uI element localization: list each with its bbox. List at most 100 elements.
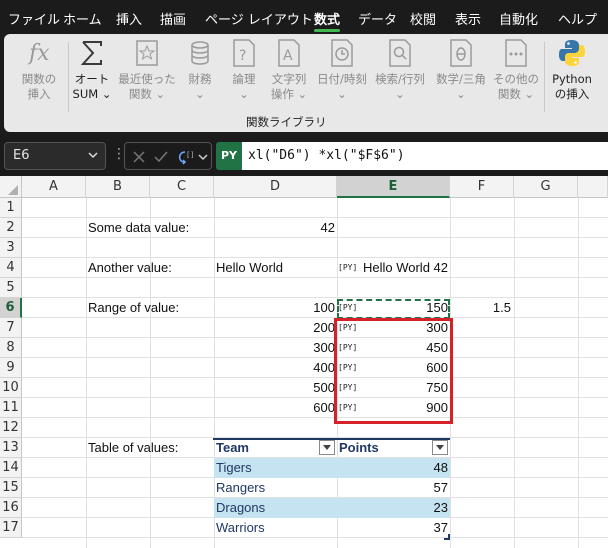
- formula-buttons: []: [124, 142, 212, 170]
- sigma-icon: [80, 41, 102, 65]
- confirm-icon[interactable]: [153, 149, 169, 165]
- column-header-g[interactable]: G: [514, 176, 578, 198]
- date-time-button[interactable]: 日付/時刻 ⌄: [314, 38, 370, 102]
- table-cell-team[interactable]: Tigers: [216, 458, 252, 478]
- cell-e4[interactable]: Hello World 42: [354, 258, 448, 278]
- table-header-points[interactable]: Points: [339, 438, 379, 458]
- spreadsheet-grid[interactable]: A B C D E F G 1 2 3 4 5 6 7 8 9 10 11 12…: [0, 176, 608, 548]
- autosum-label1: オート: [74, 72, 110, 86]
- menu-help[interactable]: ヘルプ: [558, 9, 597, 28]
- copy-marquee: [337, 299, 450, 319]
- row-header-12[interactable]: 12: [0, 418, 22, 438]
- more-functions-label2: 関数: [497, 87, 521, 101]
- recent-functions-button[interactable]: 最近使った 関数 ⌄: [116, 38, 178, 102]
- row-header-6[interactable]: 6: [0, 298, 22, 318]
- table-resize-handle[interactable]: [444, 534, 450, 540]
- cell-b4[interactable]: Another value:: [88, 258, 172, 278]
- column-header-e[interactable]: E: [337, 176, 450, 198]
- ribbon-panel: fx 関数の 挿入 オート SUM ⌄ 最近使った 関数 ⌄ 財務 ⌄ ? 論理…: [4, 34, 608, 132]
- row-header-14[interactable]: 14: [0, 458, 22, 478]
- column-header-a[interactable]: A: [22, 176, 86, 198]
- cell-d4[interactable]: Hello World: [216, 258, 283, 278]
- financial-label: 財務: [188, 72, 212, 86]
- menu-formulas[interactable]: 数式: [314, 9, 340, 28]
- cell-d9[interactable]: 400: [214, 358, 335, 378]
- cell-d6[interactable]: 100: [214, 298, 335, 318]
- python-output-icon[interactable]: []: [175, 149, 193, 165]
- menu-insert[interactable]: 挿入: [116, 9, 142, 28]
- active-tab-indicator: [314, 29, 340, 32]
- autosum-button[interactable]: オート SUM ⌄: [70, 38, 114, 102]
- lookup-reference-button[interactable]: 検索/行列 ⌄: [372, 38, 428, 102]
- row-header-16[interactable]: 16: [0, 498, 22, 518]
- text-functions-button[interactable]: A 文字列 操作 ⌄: [266, 38, 312, 102]
- menu-review[interactable]: 校閲: [410, 9, 436, 28]
- star-icon: [136, 40, 158, 66]
- cell-d2[interactable]: 42: [214, 218, 335, 238]
- cell-d11[interactable]: 600: [214, 398, 335, 418]
- table-cell-points[interactable]: 48: [339, 458, 448, 478]
- menu-data[interactable]: データ: [358, 9, 397, 28]
- filter-dropdown-icon[interactable]: [432, 440, 448, 455]
- menu-automate[interactable]: 自動化: [499, 9, 538, 28]
- row-header-15[interactable]: 15: [0, 478, 22, 498]
- table-cell-points[interactable]: 37: [339, 518, 448, 538]
- table-header-team[interactable]: Team: [216, 438, 249, 458]
- cell-b6[interactable]: Range of value:: [88, 298, 179, 318]
- chevron-down-icon: ⌄: [297, 87, 308, 101]
- row-header-8[interactable]: 8: [0, 338, 22, 358]
- insert-function-button[interactable]: fx 関数の 挿入: [16, 38, 62, 102]
- cell-d10[interactable]: 500: [214, 378, 335, 398]
- row-header-11[interactable]: 11: [0, 398, 22, 418]
- row-header-9[interactable]: 9: [0, 358, 22, 378]
- logical-button[interactable]: ? 論理 ⌄: [226, 38, 262, 102]
- row-header-17[interactable]: 17: [0, 518, 22, 538]
- ribbon: fx 関数の 挿入 オート SUM ⌄ 最近使った 関数 ⌄ 財務 ⌄ ? 論理…: [0, 34, 608, 136]
- table-cell-team[interactable]: Dragons: [216, 498, 265, 518]
- formula-input[interactable]: xl("D6") *xl("$F$6"): [242, 142, 608, 170]
- table-cell-points[interactable]: 57: [339, 478, 448, 498]
- column-header-h[interactable]: [578, 176, 608, 198]
- filter-dropdown-icon[interactable]: [319, 440, 335, 455]
- cell-f6[interactable]: 1.5: [450, 298, 511, 318]
- menu-view[interactable]: 表示: [455, 9, 481, 28]
- cell-d8[interactable]: 300: [214, 338, 335, 358]
- row-header-10[interactable]: 10: [0, 378, 22, 398]
- column-header-b[interactable]: B: [86, 176, 150, 198]
- select-all-button[interactable]: [0, 176, 22, 198]
- column-header-c[interactable]: C: [150, 176, 214, 198]
- row-header-7[interactable]: 7: [0, 318, 22, 338]
- cell-d7[interactable]: 200: [214, 318, 335, 338]
- row-header-13[interactable]: 13: [0, 438, 22, 458]
- table-cell-team[interactable]: Warriors: [216, 518, 265, 538]
- menu-home[interactable]: ホーム: [63, 9, 102, 28]
- menu-draw[interactable]: 描画: [160, 9, 186, 28]
- gridline: [578, 198, 579, 548]
- chevron-down-icon[interactable]: [197, 149, 209, 165]
- cell-b2[interactable]: Some data value:: [88, 218, 189, 238]
- name-box[interactable]: E6: [4, 142, 106, 170]
- row-header-4[interactable]: 4: [0, 258, 22, 278]
- menu-file[interactable]: ファイル: [8, 9, 60, 28]
- math-trig-button[interactable]: 数学/三角 ⌄: [432, 38, 490, 102]
- cell-b13[interactable]: Table of values:: [88, 438, 178, 458]
- table-cell-points[interactable]: 23: [339, 498, 448, 518]
- column-header-f[interactable]: F: [450, 176, 514, 198]
- chevron-down-icon: ⌄: [524, 87, 535, 101]
- cancel-icon[interactable]: [131, 149, 147, 165]
- financial-button[interactable]: 財務 ⌄: [182, 38, 218, 102]
- column-header-d[interactable]: D: [214, 176, 337, 198]
- chevron-down-icon: ⌄: [337, 87, 347, 101]
- autosum-label2: SUM: [72, 87, 99, 101]
- row-header-5[interactable]: 5: [0, 278, 22, 298]
- row-header-3[interactable]: 3: [0, 238, 22, 258]
- row-header-2[interactable]: 2: [0, 218, 22, 238]
- row-header-1[interactable]: 1: [0, 198, 22, 218]
- table-cell-team[interactable]: Rangers: [216, 478, 265, 498]
- menu-page-layout[interactable]: ページ レイアウト: [205, 9, 313, 28]
- more-functions-button[interactable]: その他の 関数 ⌄: [492, 38, 540, 102]
- logical-label: 論理: [232, 72, 256, 86]
- python-cell-icon[interactable]: [PY]: [338, 262, 357, 274]
- svg-text:A: A: [283, 48, 293, 64]
- insert-python-button[interactable]: Python の挿入: [550, 38, 594, 102]
